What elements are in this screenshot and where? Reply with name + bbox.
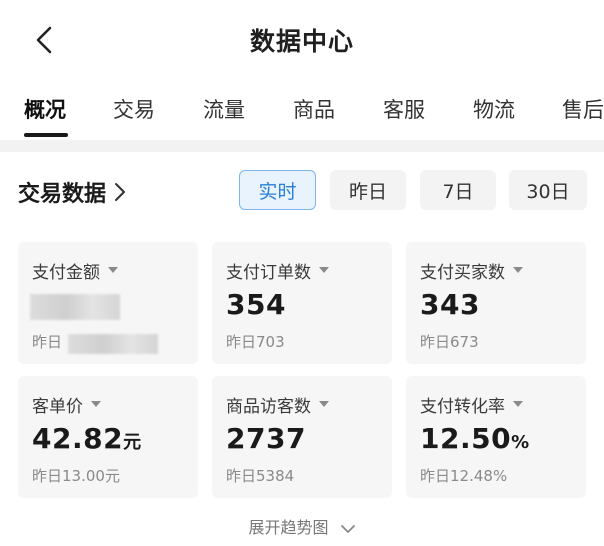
metric-unit: 元	[123, 432, 142, 453]
metric-label: 支付订单数	[226, 263, 311, 283]
metric-previous: 昨日673	[420, 333, 479, 351]
metric-label: 客单价	[32, 397, 83, 417]
tab-bar: 概况 交易 流量 商品 客服 物流 售后	[0, 78, 604, 140]
caret-down-icon	[513, 267, 523, 274]
tab-overview[interactable]: 概况	[24, 94, 66, 124]
expand-trend-button[interactable]: 展开趋势图	[0, 514, 604, 538]
metric-label: 支付金额	[32, 263, 100, 283]
metric-number: 343	[420, 288, 480, 321]
metric-previous: 昨日13.00元	[32, 467, 120, 485]
page-title: 数据中心	[249, 27, 354, 56]
caret-down-icon	[91, 401, 101, 408]
metric-value: 354	[226, 288, 286, 321]
trade-data-section: 交易数据 实时 昨日 7日 30日 支付金额 昨日 支付订单数 354 昨日70…	[0, 152, 604, 546]
metric-label-row: 客单价	[32, 392, 101, 417]
metric-label-row: 支付金额	[32, 258, 118, 283]
metric-value: 2737	[226, 422, 306, 455]
metric-value: 12.50%	[420, 422, 530, 455]
metric-previous: 昨日5384	[226, 467, 295, 485]
metric-previous: 昨日	[32, 333, 63, 351]
header-bar: 数据中心	[0, 0, 604, 78]
metric-card-conversion-rate[interactable]: 支付转化率 12.50% 昨日12.48%	[406, 376, 586, 498]
metric-label-row: 商品访客数	[226, 392, 329, 417]
metric-card-buyers[interactable]: 支付买家数 343 昨日673	[406, 242, 586, 364]
metric-value: 42.82元	[32, 422, 142, 455]
metric-card-orders[interactable]: 支付订单数 354 昨日703	[212, 242, 392, 364]
metric-label-row: 支付转化率	[420, 392, 523, 417]
range-7days-button[interactable]: 7日	[420, 170, 496, 210]
metric-card-payment-amount[interactable]: 支付金额 昨日	[18, 242, 198, 364]
section-divider	[0, 140, 604, 152]
metric-label: 商品访客数	[226, 397, 311, 417]
active-tab-indicator	[24, 133, 68, 137]
tab-customer-service[interactable]: 客服	[383, 94, 425, 124]
tab-trade[interactable]: 交易	[113, 94, 155, 124]
caret-down-icon	[319, 267, 329, 274]
metric-label: 支付转化率	[420, 397, 505, 417]
caret-down-icon	[108, 267, 118, 274]
metric-label-row: 支付订单数	[226, 258, 329, 283]
tab-traffic[interactable]: 流量	[203, 94, 245, 124]
metric-number: 42.82	[32, 422, 124, 455]
metric-label: 支付买家数	[420, 263, 505, 283]
metric-card-visitors[interactable]: 商品访客数 2737 昨日5384	[212, 376, 392, 498]
chevron-right-icon	[114, 182, 126, 202]
metric-unit: %	[511, 432, 530, 453]
tab-products[interactable]: 商品	[293, 94, 335, 124]
metric-card-avg-order-value[interactable]: 客单价 42.82元 昨日13.00元	[18, 376, 198, 498]
metric-previous: 昨日12.48%	[420, 467, 508, 485]
metric-number: 12.50	[420, 422, 512, 455]
caret-down-icon	[319, 401, 329, 408]
expand-trend-label: 展开趋势图	[248, 518, 329, 537]
caret-down-icon	[513, 401, 523, 408]
metric-label-row: 支付买家数	[420, 258, 523, 283]
chevron-down-icon	[340, 519, 356, 538]
range-realtime-button[interactable]: 实时	[239, 170, 316, 210]
section-title-link[interactable]: 交易数据	[18, 176, 126, 208]
tab-logistics[interactable]: 物流	[473, 94, 515, 124]
range-yesterday-button[interactable]: 昨日	[330, 170, 406, 210]
range-30days-button[interactable]: 30日	[509, 170, 587, 210]
section-title: 交易数据	[18, 182, 107, 207]
tab-after-sales[interactable]: 售后	[562, 94, 604, 124]
metric-previous: 昨日703	[226, 333, 285, 351]
metric-value: 343	[420, 288, 480, 321]
metric-number: 354	[226, 288, 286, 321]
obscured-previous-value	[68, 334, 158, 354]
metric-number: 2737	[226, 422, 306, 455]
obscured-value	[30, 294, 120, 320]
